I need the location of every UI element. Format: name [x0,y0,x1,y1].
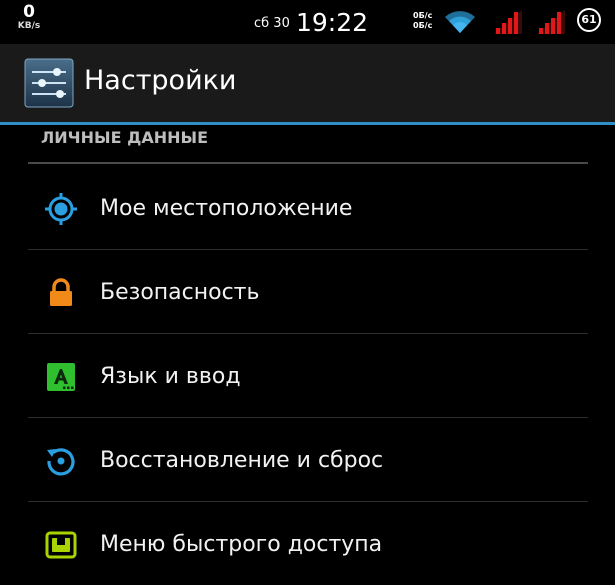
section-header: ЛИЧНЫЕ ДАННЫЕ [41,128,208,147]
net-speed-unit: KB/s [17,21,41,31]
action-bar-divider [0,122,615,125]
action-bar: Настройки [0,44,615,122]
net-speed-value: 0 [23,2,35,22]
traffic-up: 0Б/с [413,11,433,20]
wifi-icon [445,11,475,34]
traffic-meter: 0Б/с 0Б/с [413,11,432,31]
status-clock: 19:22 [296,8,369,37]
location-icon [45,193,77,225]
status-date: сб 30 [254,16,290,31]
backup-restore-icon [47,448,75,476]
item-label: Мое местоположение [100,196,353,221]
page-title: Настройки [84,65,237,96]
list-item-quick-access[interactable]: Меню быстрого доступа [28,502,588,585]
item-label: Восстановление и сброс [100,448,384,473]
signal-icon [494,10,522,34]
item-label: Язык и ввод [100,364,241,389]
quick-access-icon [45,531,77,559]
item-label: Безопасность [100,280,260,305]
list-item-location[interactable]: Мое местоположение [28,166,588,249]
traffic-down: 0Б/с [413,21,433,30]
item-label: Меню быстрого доступа [100,532,383,557]
keyboard-language-icon [47,363,75,391]
status-bar: 0 KB/s сб 30 19:22 0Б/с 0Б/с 61 [0,0,615,44]
signal-icon [537,10,565,34]
battery-icon: 61 [577,8,601,32]
settings-sliders-icon[interactable] [24,58,74,108]
list-item-security[interactable]: Безопасность [28,250,588,333]
list-item-backup-reset[interactable]: Восстановление и сброс [28,418,588,501]
list-item-language-input[interactable]: Язык и ввод [28,334,588,417]
net-speed-indicator: 0 KB/s [12,4,46,31]
section-divider [28,162,588,164]
lock-icon [50,278,72,306]
